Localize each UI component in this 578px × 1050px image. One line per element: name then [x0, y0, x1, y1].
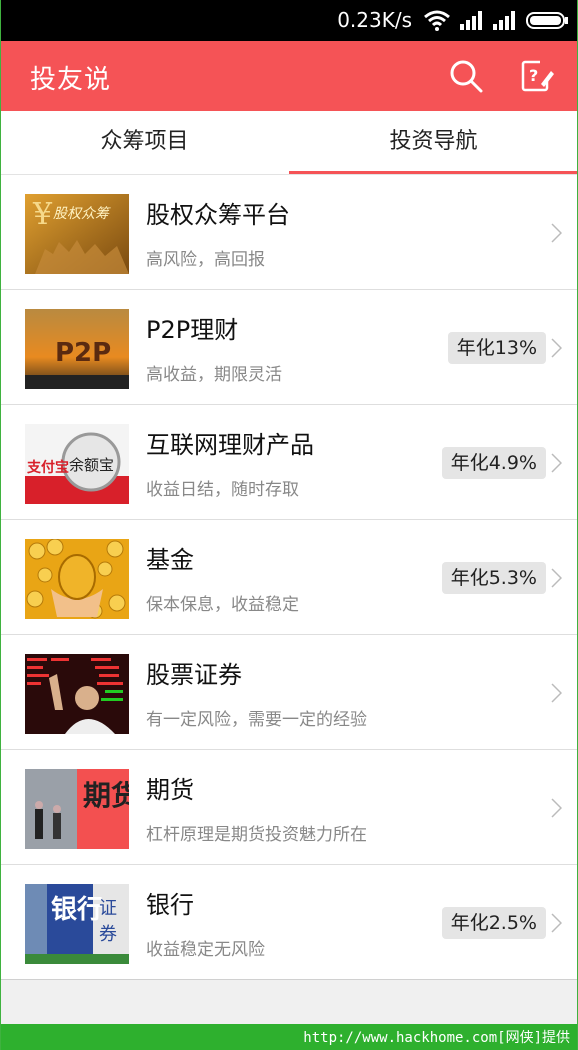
screen-border: [0, 0, 578, 1050]
